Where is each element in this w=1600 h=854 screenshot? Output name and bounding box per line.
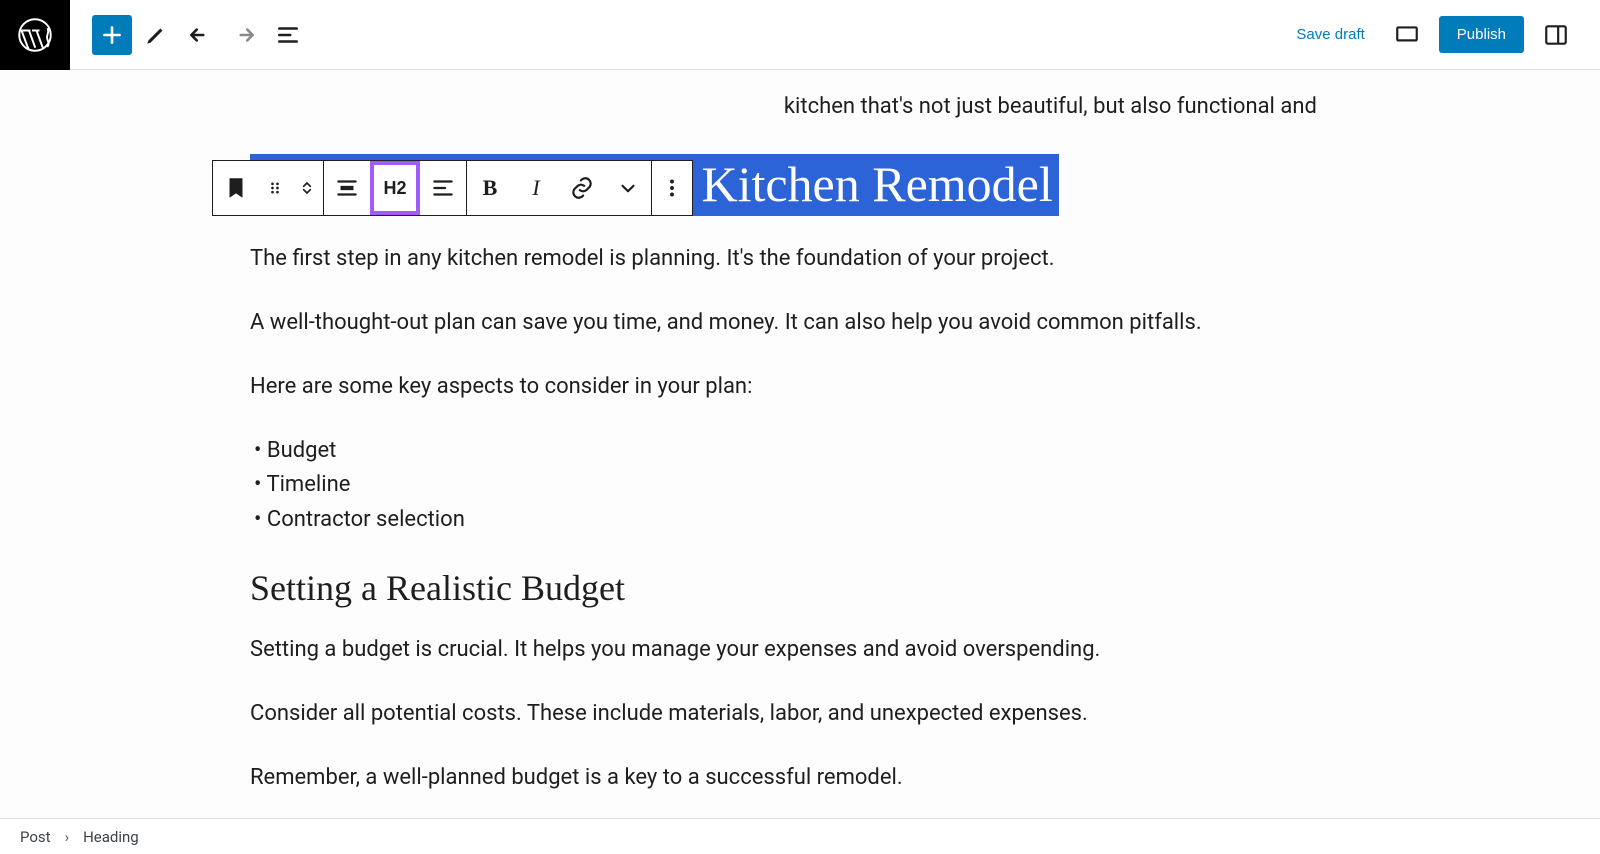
paragraph-block[interactable]: Remember, a well-planned budget is a key… <box>250 761 1350 795</box>
editor-canvas[interactable]: So, let's embark on this journey togethe… <box>0 70 1600 818</box>
move-up-down-button[interactable] <box>291 161 323 215</box>
paragraph-block[interactable]: So, let's embark on this journey togethe… <box>250 90 1350 124</box>
document-overview-button[interactable] <box>268 15 308 55</box>
paragraph-text: kitchen that's not just beautiful, but a… <box>784 94 1317 119</box>
list-item[interactable]: Contractor selection <box>254 503 1350 537</box>
chevron-down-icon <box>615 175 641 201</box>
italic-button[interactable]: I <box>513 161 559 215</box>
preview-button[interactable] <box>1387 15 1427 55</box>
wordpress-icon <box>17 17 53 53</box>
sidebar-icon <box>1543 22 1569 48</box>
topbar-right-tools: Save draft Publish <box>1286 15 1600 55</box>
breadcrumb-root[interactable]: Post <box>20 828 51 846</box>
paragraph-block[interactable]: A well-thought-out plan can save you tim… <box>250 306 1350 340</box>
align-icon <box>334 175 360 201</box>
redo-button[interactable] <box>224 15 264 55</box>
link-button[interactable] <box>559 161 605 215</box>
topbar-left-tools <box>70 15 308 55</box>
link-icon <box>569 175 595 201</box>
paragraph-block[interactable]: Setting a budget is crucial. It helps yo… <box>250 633 1350 667</box>
paragraph-block[interactable]: The first step in any kitchen remodel is… <box>250 242 1350 276</box>
paragraph-block[interactable]: Consider all potential costs. These incl… <box>250 697 1350 731</box>
italic-icon: I <box>532 175 539 201</box>
wordpress-logo[interactable] <box>0 0 70 70</box>
heading-level-button[interactable]: H2 <box>370 161 420 215</box>
block-type-button[interactable] <box>213 161 259 215</box>
add-block-button[interactable] <box>92 15 132 55</box>
save-draft-button[interactable]: Save draft <box>1286 18 1374 51</box>
plus-icon <box>99 22 125 48</box>
list-item[interactable]: Timeline <box>254 468 1350 502</box>
align-left-icon <box>430 175 456 201</box>
block-options-button[interactable] <box>652 161 692 215</box>
list-item[interactable]: Budget <box>254 434 1350 468</box>
more-vertical-icon <box>659 175 685 201</box>
block-breadcrumb: Post › Heading <box>0 818 1600 854</box>
block-toolbar: H2 B I <box>212 160 693 216</box>
settings-sidebar-toggle[interactable] <box>1536 15 1576 55</box>
bold-icon: B <box>483 175 498 201</box>
chevron-right-icon: › <box>65 828 70 846</box>
outline-icon <box>275 22 301 48</box>
list-block[interactable]: Budget Timeline Contractor selection <box>250 434 1350 536</box>
more-rich-text-button[interactable] <box>605 161 651 215</box>
breadcrumb-current[interactable]: Heading <box>83 828 139 846</box>
edit-tool-button[interactable] <box>136 15 176 55</box>
undo-button[interactable] <box>180 15 220 55</box>
chevron-up-down-icon <box>297 175 317 201</box>
publish-button[interactable]: Publish <box>1439 16 1524 53</box>
bold-button[interactable]: B <box>467 161 513 215</box>
editor-top-toolbar: Save draft Publish <box>0 0 1600 70</box>
drag-icon <box>265 175 285 201</box>
redo-icon <box>231 22 257 48</box>
undo-icon <box>187 22 213 48</box>
pencil-icon <box>143 22 169 48</box>
paragraph-block[interactable]: Here are some key aspects to consider in… <box>250 370 1350 404</box>
desktop-icon <box>1394 22 1420 48</box>
bookmark-icon <box>223 175 249 201</box>
heading-block[interactable]: Setting a Realistic Budget <box>250 567 1350 609</box>
text-align-button[interactable] <box>420 161 466 215</box>
drag-handle[interactable] <box>259 161 291 215</box>
align-button[interactable] <box>324 161 370 215</box>
